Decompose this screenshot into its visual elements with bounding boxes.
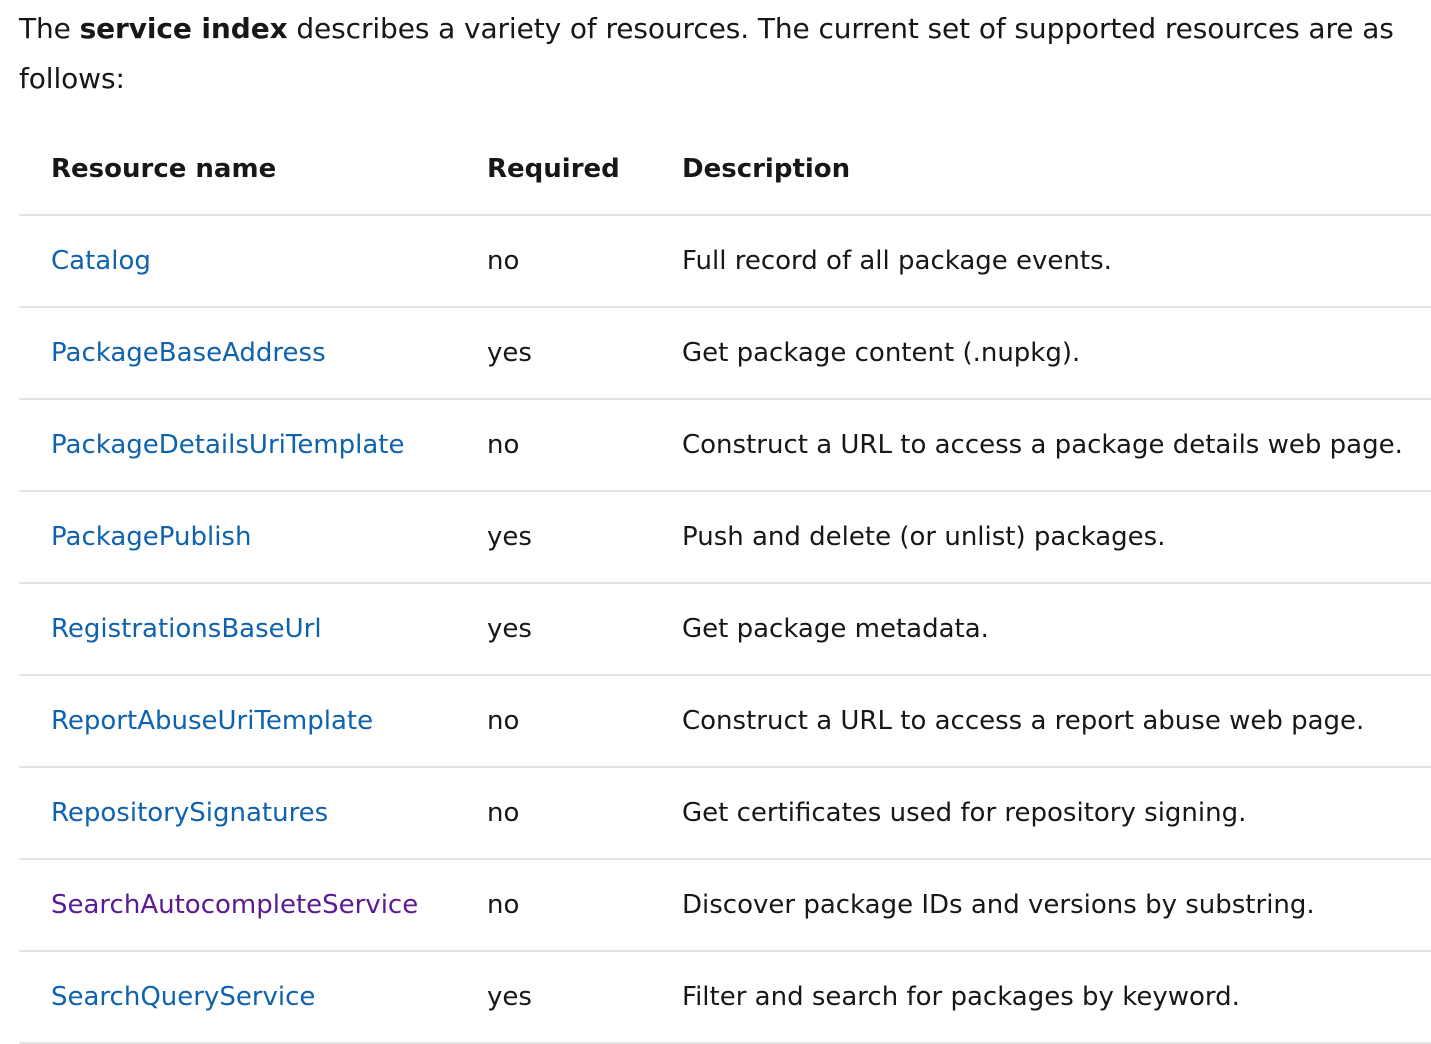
required-cell: no [487,859,682,952]
resource-link[interactable]: Catalog [51,246,151,276]
table-row: ReportAbuseUriTemplate no Construct a URL … [19,675,1431,768]
resource-link[interactable]: RepositorySignatures [51,798,328,828]
resource-link[interactable]: ReportAbuseUriTemplate [51,706,373,736]
table-row: PackageBaseAddress yes Get package content… [19,307,1431,400]
resource-name-cell: RegistrationsBaseUrl [19,583,487,676]
description-cell: Filter and search for packages by keywor… [682,951,1431,1044]
resource-link[interactable]: PackagePublish [51,522,251,552]
resources-table: Resource name Required Description Catal… [19,124,1431,1044]
required-cell: yes [487,491,682,584]
table-row: PackagePublish yes Push and delete (or unl… [19,491,1431,584]
table-row: RegistrationsBaseUrl yes Get package metad… [19,583,1431,676]
header-description: Description [682,124,1431,216]
header-resource-name: Resource name [19,124,487,216]
intro-bold-term: service index [79,12,288,45]
required-cell: yes [487,307,682,400]
article-content: The service index describes a variety of… [0,0,1431,1044]
required-cell: yes [487,951,682,1044]
resource-link[interactable]: SearchAutocompleteService [51,890,418,920]
resource-name-cell: SearchAutocompleteService [19,859,487,952]
table-row: Catalog no Full record of all package even… [19,215,1431,308]
table-row: PackageDetailsUriTemplate no Construct a U… [19,399,1431,492]
table-row: SearchQueryService yes Filter and search f… [19,951,1431,1044]
description-cell: Get certificates used for repository sig… [682,767,1431,860]
required-cell: no [487,675,682,768]
resource-link[interactable]: RegistrationsBaseUrl [51,614,322,644]
intro-paragraph: The service index describes a variety of… [19,0,1431,104]
description-cell: Get package metadata. [682,583,1431,676]
description-cell: Discover package IDs and versions by sub… [682,859,1431,952]
required-cell: no [487,399,682,492]
description-cell: Construct a URL to access a package deta… [682,399,1431,492]
resource-name-cell: PackageBaseAddress [19,307,487,400]
table-row: RepositorySignatures no Get certificates u… [19,767,1431,860]
intro-prefix: The [19,12,80,45]
resource-name-cell: PackagePublish [19,491,487,584]
description-cell: Full record of all package events. [682,215,1431,308]
header-required: Required [487,124,682,216]
resource-name-cell: SearchQueryService [19,951,487,1044]
resource-name-cell: RepositorySignatures [19,767,487,860]
description-cell: Get package content (.nupkg). [682,307,1431,400]
resource-name-cell: PackageDetailsUriTemplate [19,399,487,492]
required-cell: no [487,215,682,308]
resource-name-cell: Catalog [19,215,487,308]
table-body: Catalog no Full record of all package even… [19,215,1431,1044]
resource-name-cell: ReportAbuseUriTemplate [19,675,487,768]
resource-link[interactable]: SearchQueryService [51,982,315,1012]
resource-link[interactable]: PackageBaseAddress [51,338,326,368]
resource-link[interactable]: PackageDetailsUriTemplate [51,430,405,460]
description-cell: Push and delete (or unlist) packages. [682,491,1431,584]
required-cell: no [487,767,682,860]
description-cell: Construct a URL to access a report abuse… [682,675,1431,768]
table-header-row: Resource name Required Description [19,124,1431,216]
table-row: SearchAutocompleteService no Discover pack… [19,859,1431,952]
required-cell: yes [487,583,682,676]
